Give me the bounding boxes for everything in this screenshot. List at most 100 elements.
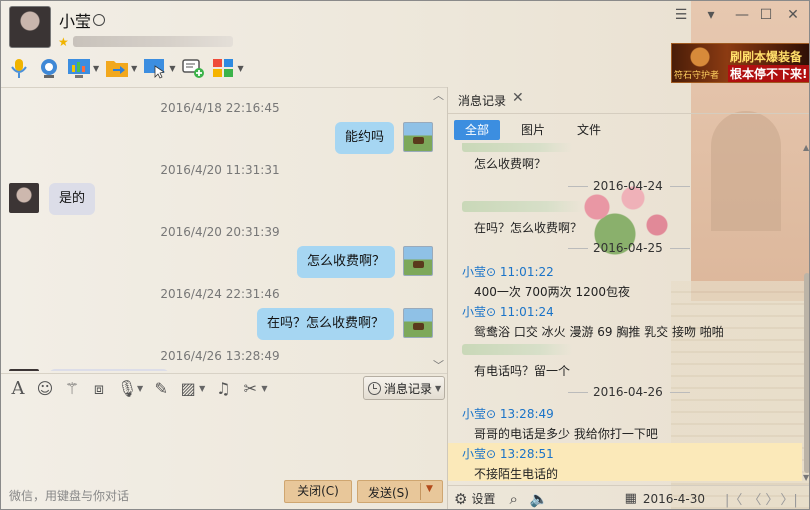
ad-subline: 根本停不下来! <box>728 65 809 82</box>
scissors-icon[interactable]: ✂ <box>241 379 259 398</box>
chevron-down-icon[interactable]: ▼ <box>93 64 99 73</box>
filter-all[interactable]: 全部 <box>454 120 501 140</box>
message-history-button[interactable]: 消息记录 ▼ <box>363 376 445 400</box>
star-icon: ★ <box>58 35 69 49</box>
history-message[interactable]: 不接陌生电话的 <box>474 465 558 482</box>
history-message[interactable]: 怎么收费啊？ <box>474 155 546 172</box>
history-sender[interactable]: 小莹⊙ 11:01:24 <box>462 303 554 320</box>
first-page-icon[interactable]: |〈 <box>725 489 742 508</box>
emoji-icon[interactable]: ☺ <box>36 379 54 398</box>
chevron-down-icon[interactable]: ▼ <box>199 384 205 393</box>
chevron-down-icon[interactable]: ▼ <box>169 64 175 73</box>
ad-game-name: 符石守护者 <box>674 71 720 81</box>
prev-page-icon[interactable]: 〈 <box>748 489 761 508</box>
history-sender[interactable]: 小莹⊙ 13:28:51 <box>462 445 554 462</box>
skin-icon[interactable]: ☰ <box>671 7 691 23</box>
maximize-button[interactable]: ☐ <box>756 7 776 23</box>
history-message[interactable]: 鸳鸯浴 口交 冰火 漫游 69 胸推 乳交 接吻 啪啪 <box>474 323 724 340</box>
calendar-icon[interactable]: ▦ <box>625 491 637 506</box>
new-message-button[interactable] <box>181 56 205 80</box>
file-transfer-button[interactable]: ▼ <box>105 56 137 80</box>
next-page-icon[interactable]: 〉 <box>765 489 778 508</box>
send-options-chevron-icon[interactable]: ▼ <box>426 484 433 494</box>
message-timestamp: 2016/4/18 22:16:45 <box>160 101 280 115</box>
message-bubble-received[interactable] <box>49 369 169 371</box>
video-call-button[interactable] <box>37 56 61 80</box>
sender-name-blurred <box>462 344 572 355</box>
my-avatar[interactable] <box>403 246 433 276</box>
gear-icon[interactable]: ⚙ <box>454 490 467 508</box>
message-add-icon <box>182 59 205 78</box>
message-timestamp: 2016/4/26 13:28:49 <box>160 349 280 363</box>
search-icon[interactable]: ⌕ <box>509 490 517 508</box>
history-message[interactable]: 有电话吗？留一个 <box>474 362 570 379</box>
close-window-button[interactable]: ✕ <box>783 7 803 23</box>
scroll-thumb[interactable] <box>804 273 809 473</box>
close-button[interactable]: 关闭(C) <box>284 480 352 503</box>
my-avatar[interactable] <box>403 122 433 152</box>
chevron-down-icon[interactable]: ▼ <box>237 64 243 73</box>
last-page-icon[interactable]: 〉| <box>780 489 797 508</box>
history-sender[interactable]: 小莹⊙ 13:28:49 <box>462 405 554 422</box>
message-bubble-sent[interactable]: 能约吗 <box>335 122 395 154</box>
microphone-icon <box>11 59 27 78</box>
settings-label[interactable]: 设置 <box>471 490 495 507</box>
header: 小莹 ★ ☰ ▾ — ☐ ✕ ▼ ▼ ▼ ▼ 刷刷本爆装备 根本停不下来! 符石… <box>1 1 809 85</box>
image-icon[interactable]: ▨ <box>179 379 197 398</box>
history-panel: 消息记录 ✕ 全部 图片 文件 怎么收费啊？ 2016-04-24 在吗？怎么收… <box>447 87 809 509</box>
input-hint: 微信，用键盘与你对话 <box>9 489 130 503</box>
chevron-down-icon[interactable]: ▼ <box>131 64 137 73</box>
sender-name-blurred <box>462 201 582 212</box>
clock-icon <box>368 381 381 395</box>
edit-icon[interactable]: ✎ <box>152 379 170 398</box>
voice-message-icon[interactable]: 🎙 <box>117 379 137 398</box>
contact-avatar-small[interactable] <box>9 183 39 213</box>
vibrate-icon[interactable]: ⧈ <box>90 379 108 399</box>
share-screen-button[interactable]: ▼ <box>143 56 175 80</box>
scroll-up-icon[interactable]: ▲ <box>803 143 809 152</box>
send-button[interactable]: 发送(S) ▼ <box>357 480 443 503</box>
history-sender[interactable]: 小莹⊙ 11:01:22 <box>462 263 554 280</box>
remote-screen-button[interactable]: ▼ <box>67 56 99 80</box>
message-bubble-sent[interactable]: 在吗？怎么收费啊？ <box>257 308 395 340</box>
filter-images[interactable]: 图片 <box>510 120 556 140</box>
message-timestamp: 2016/4/20 20:31:39 <box>160 225 280 239</box>
history-footer: ⚙ 设置 ⌕ 🔈 ▦ 2016-4-30 |〈 〈 〉 〉| <box>448 485 809 509</box>
filter-files[interactable]: 文件 <box>566 120 612 140</box>
history-date-picker[interactable]: 2016-4-30 <box>643 492 705 506</box>
chat-toolbar: ▼ ▼ ▼ ▼ <box>7 55 244 81</box>
menu-icon[interactable]: ▾ <box>701 7 721 23</box>
collapse-up-icon[interactable]: ︿ <box>433 87 444 103</box>
apps-button[interactable]: ▼ <box>211 56 244 80</box>
message-input[interactable] <box>1 403 447 477</box>
voice-call-button[interactable] <box>7 56 31 80</box>
game-hero-image <box>678 46 722 68</box>
chevron-down-icon[interactable]: ▼ <box>137 384 143 393</box>
font-icon[interactable]: A <box>9 378 27 399</box>
chevron-down-icon[interactable]: ▼ <box>261 384 267 393</box>
my-avatar[interactable] <box>403 308 433 338</box>
music-icon[interactable]: ♫ <box>214 379 232 398</box>
history-message[interactable]: 在吗？怎么收费啊？ <box>474 219 582 236</box>
magic-wand-icon[interactable]: ⚚ <box>63 379 81 398</box>
message-bubble-sent[interactable]: 怎么收费啊？ <box>297 246 396 278</box>
message-list[interactable]: 2016/4/18 22:16:45 能约吗 2016/4/20 11:31:3… <box>1 87 447 371</box>
history-tab[interactable]: 消息记录 <box>458 92 506 109</box>
ad-headline: 刷刷本爆装备 <box>730 50 803 64</box>
history-message[interactable]: 哥哥的电话是多少 我给你打一下吧 <box>474 425 658 442</box>
message-bubble-received[interactable]: 是的 <box>49 183 96 215</box>
contact-name[interactable]: 小莹 <box>59 8 106 32</box>
close-icon[interactable]: ✕ <box>512 90 524 106</box>
contact-avatar[interactable] <box>9 6 51 48</box>
contact-avatar-small[interactable] <box>9 369 39 371</box>
sender-name-blurred <box>462 143 572 152</box>
online-status-icon <box>93 14 106 26</box>
history-list[interactable]: 怎么收费啊？ 2016-04-24 在吗？怎么收费啊？ 2016-04-25 小… <box>448 143 802 483</box>
scroll-down-icon[interactable]: ▼ <box>803 473 809 482</box>
minimize-button[interactable]: — <box>732 7 752 23</box>
speaker-icon[interactable]: 🔈 <box>530 490 549 508</box>
history-message[interactable]: 400一次 700两次 1200包夜 <box>474 283 630 300</box>
advertisement-banner[interactable]: 刷刷本爆装备 根本停不下来! 符石守护者 <box>671 43 809 83</box>
history-scrollbar[interactable]: ▲ ▼ <box>803 143 809 483</box>
collapse-down-icon[interactable]: ﹀ <box>433 357 444 373</box>
